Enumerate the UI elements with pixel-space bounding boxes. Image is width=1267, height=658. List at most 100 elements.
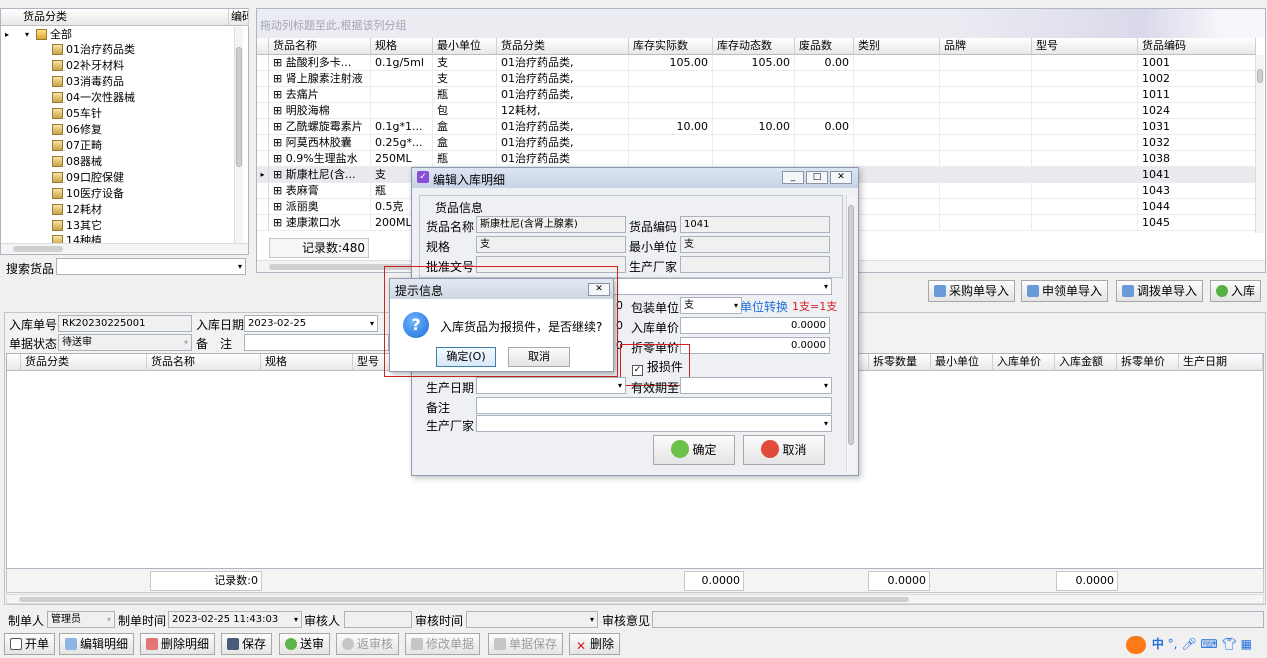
table-row[interactable]: ⊞ 去痛片 瓶 01治疗药品类, 1011 — [257, 87, 1255, 103]
tree-vscroll[interactable] — [234, 27, 243, 243]
minimize-icon[interactable]: _ — [782, 171, 804, 184]
transfer-import-button[interactable]: 调拨单导入 — [1116, 280, 1204, 302]
tree-item[interactable]: 03消毒药品 — [52, 74, 124, 89]
audit-time-field[interactable]: ▾ — [466, 611, 598, 628]
grid-menu-icon[interactable]: ▦ — [1241, 637, 1252, 651]
name-field[interactable]: 斯康杜尼(含肾上腺素) — [476, 216, 626, 233]
opinion-field[interactable] — [652, 611, 1264, 628]
make-time-field[interactable]: 2023-02-25 11:43:03 ▾ — [168, 611, 302, 628]
col-header[interactable]: 型号 — [1032, 38, 1138, 55]
stock-in-button[interactable]: 入库 — [1210, 280, 1262, 302]
close-icon[interactable]: ✕ — [830, 171, 852, 184]
grid-vscroll[interactable] — [1255, 55, 1264, 233]
row-indicator[interactable] — [257, 151, 269, 167]
date-field[interactable]: 2023-02-25 ▾ — [244, 315, 378, 332]
tree-hscroll[interactable] — [1, 243, 248, 254]
spec-field[interactable]: 支 — [476, 236, 626, 253]
tree-header-code[interactable]: 编码 — [229, 9, 249, 26]
col-header[interactable]: 货品名称 — [147, 354, 261, 371]
tree-item[interactable]: 04一次性器械 — [52, 90, 135, 105]
col-header[interactable]: 拆零数量 — [869, 354, 931, 371]
remark-field[interactable] — [476, 397, 832, 414]
detail-hscroll[interactable] — [6, 594, 1264, 604]
status-field[interactable]: 待送审 ▾ — [58, 334, 192, 351]
col-header[interactable]: 货品名称 — [269, 38, 371, 55]
tree-item[interactable]: 08器械 — [52, 154, 102, 169]
group-panel[interactable]: 拖动列标题至此,根据该列分组 — [257, 9, 1265, 38]
chevron-down-icon[interactable]: ▾ — [824, 416, 828, 431]
row-indicator[interactable] — [257, 55, 269, 71]
table-row[interactable]: ⊞ 盐酸利多卡... 0.1g/5ml 支 01治疗药品类, 105.00 105.00 0… — [257, 55, 1255, 71]
min-unit-field[interactable]: 支 — [680, 236, 830, 253]
remark-field[interactable] — [244, 334, 389, 351]
tree-header[interactable]: 货品分类 — [1, 9, 229, 26]
prod-date-field[interactable]: ▾ — [476, 377, 626, 394]
col-header[interactable]: 规格 — [261, 354, 353, 371]
delete-button[interactable]: ✕ 删除 — [569, 633, 621, 655]
tree-item[interactable]: 02补牙材料 — [52, 58, 124, 73]
keyboard-icon[interactable]: ⌨ — [1200, 637, 1217, 651]
prompt-cancel-button[interactable]: 取消 — [508, 347, 570, 367]
in-price-field[interactable]: 0.0000 — [680, 317, 830, 334]
row-indicator[interactable] — [257, 87, 269, 103]
col-header[interactable]: 库存实际数 — [629, 38, 713, 55]
ime-tray[interactable]: 中 °, 🎤︎ ⌨ 👕︎ ▦ — [1126, 635, 1267, 657]
table-row[interactable]: ⊞ 阿莫西林胶囊 0.25g*... 盒 01治疗药品类, 1032 — [257, 135, 1255, 151]
new-order-button[interactable]: 开单 — [4, 633, 56, 655]
factory-dropdown[interactable]: ▾ — [476, 415, 832, 432]
table-row[interactable]: ⊞ 乙酰螺旋霉素片 0.1g*1... 盒 01治疗药品类, 10.00 10.00 0.0… — [257, 119, 1255, 135]
chevron-down-icon[interactable]: ▾ — [824, 279, 828, 294]
row-indicator[interactable] — [257, 119, 269, 135]
collapse-arrow-icon[interactable]: ▾ — [25, 30, 29, 39]
chevron-down-icon[interactable]: ▾ — [238, 259, 242, 274]
pack-unit-field[interactable]: 支 ▾ — [680, 297, 742, 314]
col-header[interactable]: 库存动态数 — [713, 38, 795, 55]
col-header[interactable]: 最小单位 — [931, 354, 993, 371]
col-header[interactable]: 货品分类 — [497, 38, 629, 55]
col-header[interactable]: 品牌 — [940, 38, 1032, 55]
chevron-down-icon[interactable]: ▾ — [184, 335, 188, 350]
dialog-ok-button[interactable]: 确定 — [653, 435, 735, 465]
auditor-field[interactable] — [344, 611, 412, 628]
row-indicator[interactable]: ▸ — [257, 167, 269, 183]
prompt-ok-button[interactable]: 确定(O) — [436, 347, 496, 367]
microphone-icon[interactable]: 🎤︎ — [1181, 637, 1196, 651]
chevron-down-icon[interactable]: ▾ — [824, 378, 828, 393]
skin-icon[interactable]: 👕︎ — [1222, 637, 1237, 651]
maker-field[interactable]: 管理员 ▾ — [47, 611, 115, 628]
chevron-down-icon[interactable]: ▾ — [618, 378, 622, 393]
tree-item[interactable]: 14种植 — [52, 233, 102, 243]
row-indicator[interactable] — [257, 183, 269, 199]
col-header[interactable]: 货品分类 — [21, 354, 147, 371]
save-button[interactable]: 保存 — [221, 633, 273, 655]
tree-item[interactable]: 06修复 — [52, 122, 102, 137]
col-header[interactable]: 货品编码 — [1138, 38, 1256, 55]
factory-field[interactable] — [680, 256, 830, 273]
dialog-titlebar[interactable]: ✓ 编辑入库明细 _ □ ✕ — [412, 168, 858, 188]
row-indicator[interactable] — [257, 215, 269, 231]
unit-convert-link[interactable]: 单位转换 — [740, 298, 788, 315]
row-indicator[interactable] — [257, 103, 269, 119]
tree-item[interactable]: 05车针 — [52, 106, 102, 121]
expand-arrow-icon[interactable]: ▸ — [5, 30, 9, 39]
modify-button[interactable]: 修改单据 — [405, 633, 481, 655]
submit-button[interactable]: 送审 — [279, 633, 331, 655]
row-indicator[interactable] — [257, 135, 269, 151]
maximize-icon[interactable]: □ — [806, 171, 828, 184]
tree-item[interactable]: 13其它 — [52, 218, 102, 233]
col-header[interactable]: 规格 — [371, 38, 433, 55]
row-indicator[interactable] — [257, 71, 269, 87]
prompt-titlebar[interactable]: 提示信息 ✕ — [390, 279, 613, 299]
apply-import-button[interactable]: 申领单导入 — [1021, 280, 1109, 302]
tree-item[interactable]: 09口腔保健 — [52, 170, 124, 185]
edit-detail-button[interactable]: 编辑明细 — [59, 633, 135, 655]
col-header[interactable]: 拆零单价 — [1117, 354, 1179, 371]
split-price-field[interactable]: 0.0000 — [680, 337, 830, 354]
chevron-down-icon[interactable]: ▾ — [294, 612, 298, 627]
code-field[interactable]: 1041 — [680, 216, 830, 233]
col-header[interactable]: 入库金额 — [1055, 354, 1117, 371]
dialog-vscroll[interactable] — [846, 195, 855, 473]
expiry-field[interactable]: ▾ — [680, 377, 832, 394]
tree-item-all[interactable]: 全部 — [36, 27, 72, 42]
unaudit-button[interactable]: 返审核 — [336, 633, 400, 655]
